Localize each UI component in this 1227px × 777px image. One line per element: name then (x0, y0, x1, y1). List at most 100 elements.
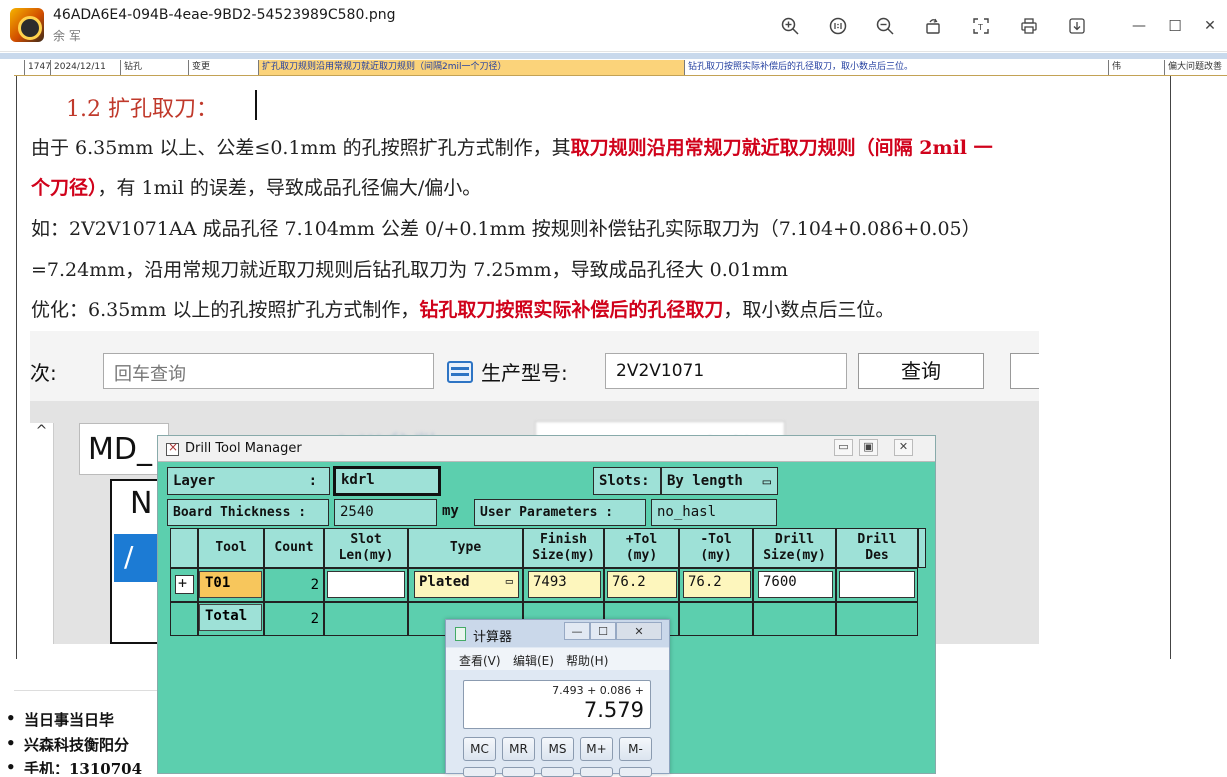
footer-item-1: 当日事当日毕 (6, 709, 114, 730)
key-ms[interactable]: MS (541, 737, 574, 761)
total-cell (753, 602, 836, 636)
row1-minus-tol-input[interactable]: 76.2 (683, 571, 751, 598)
row-cell-type: 变更 (188, 60, 258, 75)
total-cell (679, 602, 753, 636)
row-cell-id: 1747 (24, 60, 50, 75)
signature-footer: 当日事当日毕 兴森科技衡阳分 手机：1310704 (0, 693, 160, 774)
p5-text-b: ，取小数点后三位。 (723, 299, 895, 321)
maximize-button[interactable]: ☐ (1164, 15, 1186, 37)
col-plus-tol: +Tol (my) (604, 528, 679, 568)
key-mc[interactable]: MC (463, 737, 496, 761)
row1-finish-size-input[interactable]: 7493 (528, 571, 601, 598)
calc-result: 7.579 (583, 698, 644, 722)
file-subtitle: 余 军 (53, 29, 81, 43)
key-mminus[interactable]: M- (619, 737, 652, 761)
user-parameters-input[interactable]: no_hasl (651, 499, 777, 526)
calculator-icon (455, 627, 466, 641)
col-expand (170, 528, 198, 568)
col-count: Count (264, 528, 324, 568)
grid-header-n: N (130, 486, 153, 521)
previous-table-row: 1747 2024/12/11 钻孔 变更 扩孔取刀规则沿用常规刀就近取刀规则（… (14, 59, 1227, 76)
row1-type-dropdown[interactable]: Plated ▭ (414, 571, 519, 598)
dtm-close-button[interactable]: ✕ (894, 439, 913, 456)
extra-button[interactable] (1010, 353, 1039, 389)
calc-close-button[interactable]: ✕ (616, 622, 662, 640)
crop-icon[interactable]: T (970, 15, 992, 37)
p5-highlight: 钻孔取刀按照实际补偿后的孔径取刀 (419, 299, 724, 321)
row-cell-date: 2024/12/11 (50, 60, 120, 75)
calc-maximize-button[interactable]: ☐ (590, 622, 616, 640)
query-button[interactable]: 查询 (858, 353, 984, 389)
dropdown-icon: ▭ (762, 474, 771, 490)
row1-count: 2 (264, 568, 324, 602)
slots-label: Slots: (593, 467, 661, 495)
total-button[interactable]: Total (199, 604, 262, 631)
svg-text:T: T (977, 23, 983, 32)
row1-plus-tol-input[interactable]: 76.2 (607, 571, 677, 598)
tool-t01-button[interactable]: T01 (199, 571, 262, 598)
card-icon (447, 361, 473, 383)
menu-view[interactable]: 查看(V) (459, 652, 501, 669)
col-drill-size: Drill Size(my) (753, 528, 836, 568)
menu-edit[interactable]: 编辑(E) (513, 652, 554, 669)
layer-value[interactable]: kdrl (333, 466, 441, 496)
row1-drill-size-input[interactable]: 7600 (758, 571, 833, 598)
dtm-app-icon (166, 440, 179, 456)
board-thickness-input[interactable]: 2540 (334, 499, 437, 526)
actual-size-icon[interactable] (827, 15, 849, 37)
zoom-in-icon[interactable] (779, 15, 801, 37)
paragraph-line-4: =7.24mm，沿用常规刀就近取刀规则后钻孔取刀为 7.25mm，导致成品孔径大… (31, 259, 789, 281)
menu-help[interactable]: 帮助(H) (566, 652, 608, 669)
col-overflow (918, 528, 926, 568)
print-icon[interactable] (1018, 15, 1040, 37)
minimize-button[interactable]: — (1128, 15, 1150, 37)
calc-key[interactable] (463, 767, 496, 777)
section-heading: 1.2 扩孔取刀： (66, 97, 218, 122)
p5-text-a: 优化：6.35mm 以上的孔按照扩孔方式制作， (31, 299, 420, 321)
text-cursor (255, 90, 257, 120)
col-finish-size: Finish Size(my) (523, 528, 604, 568)
key-mr[interactable]: MR (502, 737, 535, 761)
paragraph-line-5: 优化：6.35mm 以上的孔按照扩孔方式制作，钻孔取刀按照实际补偿后的孔径取刀，… (31, 295, 894, 322)
col-type: Type (408, 528, 523, 568)
expand-icon[interactable]: + (175, 575, 194, 594)
batch-label: 次: (30, 361, 57, 385)
dtm-maximize-button[interactable]: ▣ (859, 439, 878, 456)
board-thickness-label: Board Thickness : (167, 499, 329, 526)
calc-expression: 7.493 + 0.086 + (552, 684, 644, 697)
paragraph-line-1: 由于 6.35mm 以上、公差≤0.1mm 的孔按照扩孔方式制作，其取刀规则沿用… (31, 133, 993, 160)
calc-title: 计算器 (473, 630, 513, 645)
p1-highlight: 取刀规则沿用常规刀就近取刀规则（间隔 2mil 一 (570, 137, 993, 159)
total-expand-cell (170, 602, 198, 636)
dtm-minimize-button[interactable]: ▭ (834, 439, 853, 456)
row-cell-remark: 偏大问题改善 (1164, 60, 1227, 75)
row1-drill-des-input[interactable] (839, 571, 915, 598)
scroll-up-arrow[interactable]: ^ (30, 423, 54, 644)
calc-titlebar: 计算器 — ☐ ✕ (446, 620, 669, 647)
p1-text: 由于 6.35mm 以上、公差≤0.1mm 的孔按照扩孔方式制作，其 (31, 137, 571, 159)
col-drill-des: Drill Des (836, 528, 918, 568)
calc-menubar: 查看(V) 编辑(E) 帮助(H) (446, 648, 669, 670)
zoom-out-icon[interactable] (874, 15, 896, 37)
rotate-icon[interactable] (922, 15, 944, 37)
col-minus-tol: -Tol (my) (679, 528, 753, 568)
calc-key[interactable] (619, 767, 652, 777)
batch-input[interactable]: 回车查询 (103, 353, 434, 389)
slots-dropdown[interactable]: By length ▭ (661, 467, 778, 495)
total-cell (836, 602, 918, 636)
model-input[interactable]: 2V2V1071 (605, 353, 847, 389)
calc-key[interactable] (541, 767, 574, 777)
col-slot-len: Slot Len(my) (324, 528, 408, 568)
tab-md[interactable]: MD_ (79, 423, 169, 475)
dtm-title: Drill Tool Manager (185, 441, 302, 456)
row-cell-old-rule: 扩孔取刀规则沿用常规刀就近取刀规则（间隔2mil一个刀径） (258, 60, 684, 75)
calc-key[interactable] (502, 767, 535, 777)
row1-slot-len-input[interactable] (327, 571, 405, 598)
calc-key[interactable] (580, 767, 613, 777)
key-mplus[interactable]: M+ (580, 737, 613, 761)
calc-minimize-button[interactable]: — (564, 622, 590, 640)
close-button[interactable]: ✕ (1199, 15, 1221, 37)
row-cell-owner: 伟 (1108, 60, 1164, 75)
footer-item-3: 手机：1310704 (6, 758, 142, 774)
save-icon[interactable] (1066, 15, 1088, 37)
